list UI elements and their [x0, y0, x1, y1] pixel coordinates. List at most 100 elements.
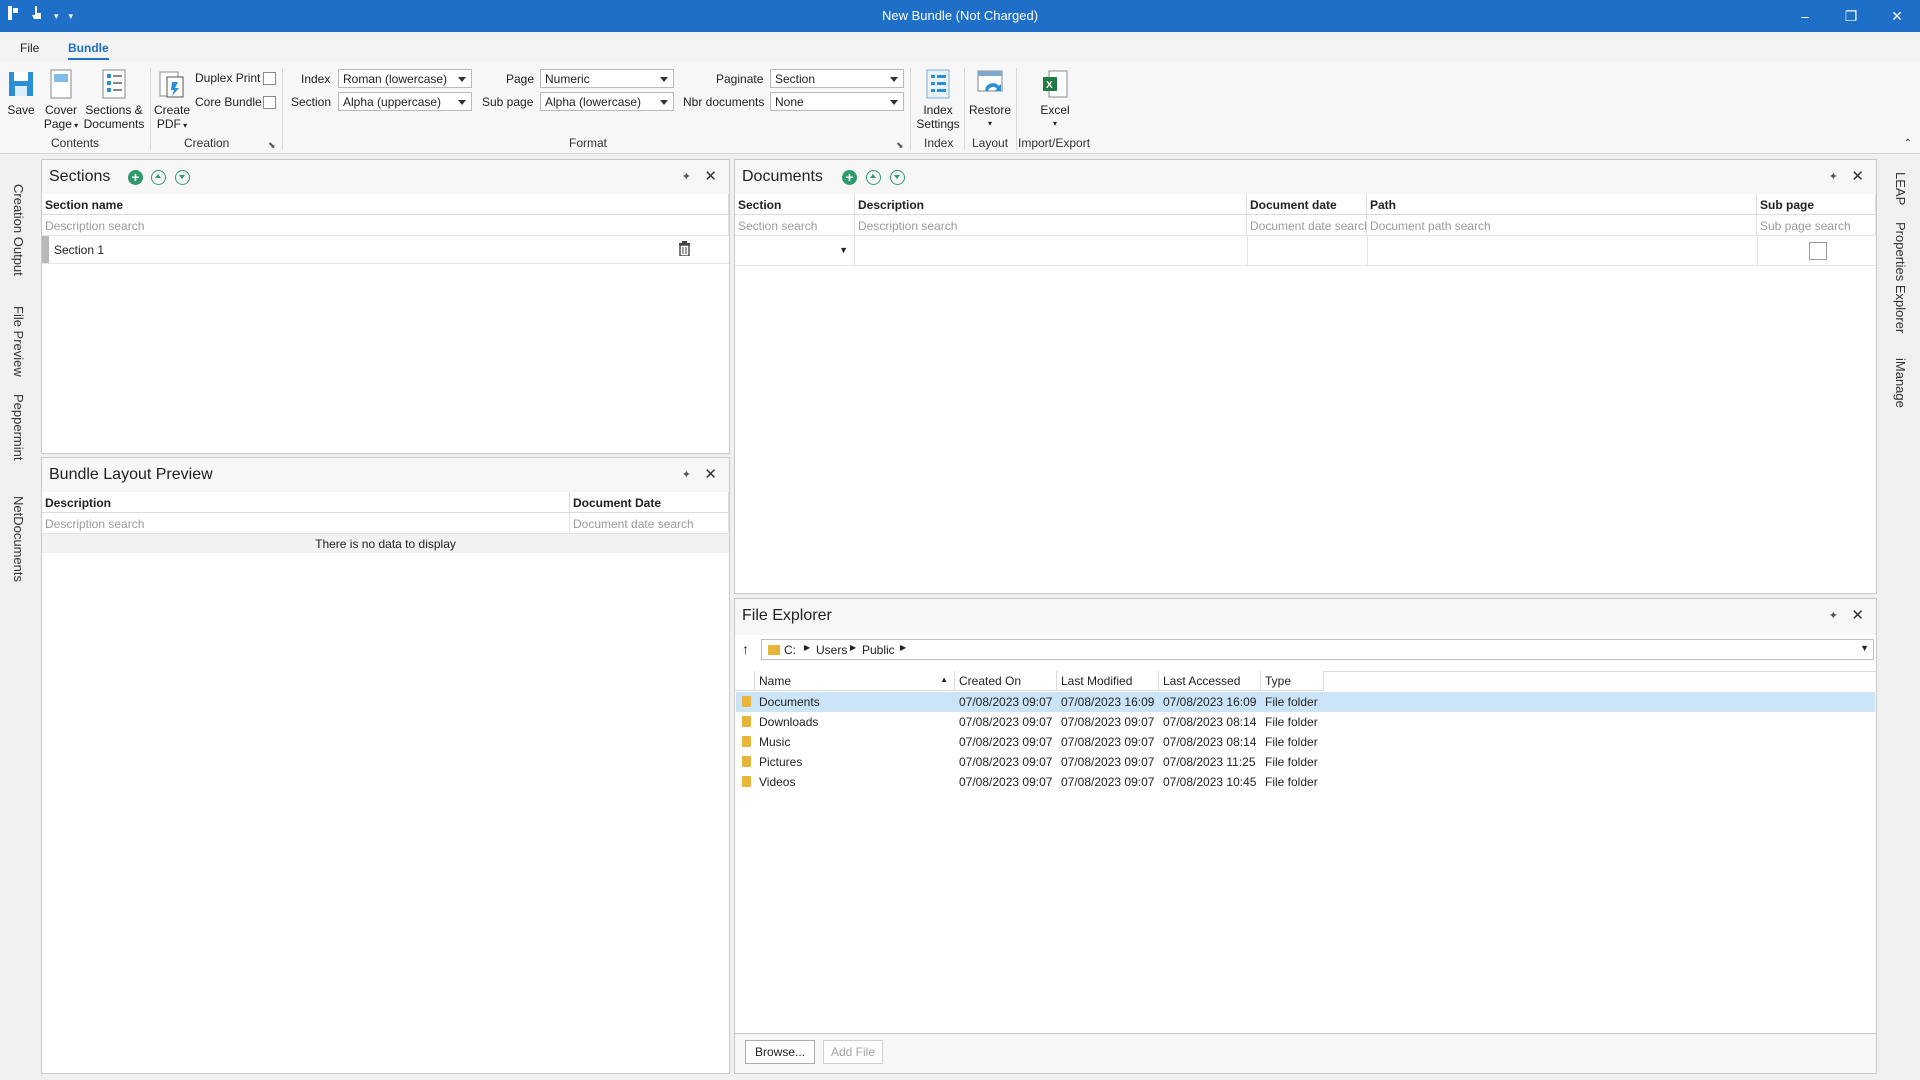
document-path-search[interactable]: Document path search	[1367, 215, 1757, 236]
column-description[interactable]: Description	[855, 194, 1247, 215]
up-folder-icon[interactable]: ↑	[742, 641, 749, 657]
file-row[interactable]: Videos 07/08/2023 09:07 07/08/2023 09:07…	[736, 772, 1875, 792]
collapse-ribbon-icon[interactable]: ⌃	[1904, 138, 1912, 149]
side-tab-leap[interactable]: LEAP	[1893, 172, 1908, 205]
cover-page-button[interactable]: Cover Page ▾	[42, 68, 80, 133]
ribbon-separator	[282, 68, 283, 150]
column-created-on[interactable]: Created On	[955, 671, 1057, 691]
tab-file[interactable]: File	[20, 41, 39, 55]
sub-page-search[interactable]: Sub page search	[1757, 215, 1876, 236]
side-tab-imanage[interactable]: iManage	[1893, 358, 1908, 408]
move-document-down-icon[interactable]	[890, 170, 905, 185]
sub-page-checkbox[interactable]	[1809, 242, 1827, 260]
nbr-documents-select[interactable]: None	[770, 92, 904, 111]
folder-icon	[742, 776, 751, 787]
pin-icon[interactable]: ✦	[1829, 609, 1838, 622]
browse-button[interactable]: Browse...	[745, 1040, 815, 1064]
minimize-button[interactable]: –	[1782, 0, 1828, 32]
file-explorer-panel: File Explorer ✦ ✕ ↑ C: ▶ Users ▶ Public …	[734, 598, 1877, 1034]
tab-bundle[interactable]: Bundle	[68, 41, 109, 60]
file-row[interactable]: Downloads 07/08/2023 09:07 07/08/2023 09…	[736, 712, 1875, 732]
section-dropdown-cell[interactable]: ▼	[735, 236, 855, 265]
file-name: Pictures	[759, 755, 803, 769]
file-row[interactable]: Pictures 07/08/2023 09:07 07/08/2023 09:…	[736, 752, 1875, 772]
creation-dialog-launcher-icon[interactable]: ⬊	[268, 140, 276, 151]
close-panel-icon[interactable]: ✕	[704, 167, 717, 185]
section-format-label: Section	[291, 95, 332, 109]
duplex-print-checkbox[interactable]	[263, 72, 276, 85]
excel-export-button[interactable]: X Excel ▾	[1030, 68, 1080, 131]
file-last-modified: 07/08/2023 09:07	[1061, 755, 1155, 769]
column-section-name[interactable]: Section name	[42, 194, 729, 215]
side-tab-file-preview[interactable]: File Preview	[11, 306, 26, 377]
file-last-modified: 07/08/2023 09:07	[1061, 715, 1155, 729]
close-panel-icon[interactable]: ✕	[1851, 606, 1864, 624]
file-name: Videos	[759, 775, 796, 789]
save-button[interactable]: Save	[6, 68, 36, 117]
breadcrumb-users[interactable]: Users	[816, 643, 847, 657]
format-dialog-launcher-icon[interactable]: ⬊	[896, 140, 904, 151]
cell-divider	[1757, 236, 1758, 265]
column-document-date[interactable]: Document date	[1247, 194, 1367, 215]
pin-icon[interactable]: ✦	[682, 468, 691, 481]
column-last-accessed[interactable]: Last Accessed	[1159, 671, 1261, 691]
add-document-icon[interactable]: +	[842, 170, 857, 185]
core-bundle-checkbox[interactable]	[263, 96, 276, 109]
path-dropdown-icon[interactable]: ▼	[1860, 643, 1869, 653]
layout-description-search[interactable]: Description search	[42, 513, 570, 534]
column-description[interactable]: Description	[42, 492, 570, 513]
section-name-cell[interactable]: Section 1	[54, 243, 104, 257]
side-tab-peppermint[interactable]: Peppermint	[11, 394, 26, 460]
index-settings-button[interactable]: Index Settings	[914, 68, 962, 131]
create-pdf-button[interactable]: Create PDF ▾	[152, 68, 192, 133]
column-section[interactable]: Section	[735, 194, 855, 215]
side-tab-properties-explorer[interactable]: Properties Explorer	[1893, 222, 1908, 333]
delete-section-icon[interactable]	[678, 241, 691, 259]
paginate-select[interactable]: Section	[770, 69, 904, 88]
column-last-modified[interactable]: Last Modified	[1057, 671, 1159, 691]
restore-layout-button[interactable]: Restore ▾	[966, 68, 1014, 131]
column-sub-page[interactable]: Sub page	[1757, 194, 1876, 215]
column-name[interactable]: Name ▲	[755, 671, 955, 691]
page-format-label: Page	[506, 72, 535, 86]
move-section-down-icon[interactable]	[175, 170, 190, 185]
section-format-select[interactable]: Alpha (uppercase)	[338, 92, 472, 111]
document-description-search[interactable]: Description search	[855, 215, 1247, 236]
table-row[interactable]: Section 1	[42, 236, 729, 264]
column-type[interactable]: Type	[1261, 671, 1324, 691]
side-tab-creation-output[interactable]: Creation Output	[11, 184, 26, 276]
file-row[interactable]: Documents 07/08/2023 09:07 07/08/2023 16…	[736, 692, 1875, 712]
restore-button[interactable]: ❐	[1828, 0, 1874, 32]
breadcrumb-separator-icon: ▶	[850, 643, 857, 652]
add-section-icon[interactable]: +	[128, 170, 143, 185]
subpage-format-select[interactable]: Alpha (lowercase)	[540, 92, 674, 111]
sections-documents-button[interactable]: Sections & Documents	[82, 68, 146, 131]
path-bar[interactable]: C: ▶ Users ▶ Public ▶ ▼	[761, 639, 1874, 660]
page-format-select[interactable]: Numeric	[540, 69, 674, 88]
document-section-search[interactable]: Section search	[735, 215, 855, 236]
section-description-search[interactable]: Description search	[42, 215, 729, 236]
side-tab-netdocuments[interactable]: NetDocuments	[11, 496, 26, 582]
close-panel-icon[interactable]: ✕	[704, 465, 717, 483]
move-section-up-icon[interactable]	[151, 170, 166, 185]
column-document-date[interactable]: Document Date	[570, 492, 729, 513]
sections-documents-label-2: Documents	[83, 117, 145, 131]
document-date-search[interactable]: Document date search	[1247, 215, 1367, 236]
subpage-format-label: Sub page	[482, 95, 534, 109]
breadcrumb-c[interactable]: C:	[784, 643, 796, 657]
new-document-row[interactable]: ▼	[735, 236, 1876, 266]
layout-date-search[interactable]: Document date search	[570, 513, 729, 534]
pin-icon[interactable]: ✦	[682, 170, 691, 183]
breadcrumb-public[interactable]: Public	[862, 643, 895, 657]
column-path[interactable]: Path	[1367, 194, 1757, 215]
index-format-label: Index	[301, 72, 331, 86]
pin-icon[interactable]: ✦	[1829, 170, 1838, 183]
move-document-up-icon[interactable]	[866, 170, 881, 185]
close-panel-icon[interactable]: ✕	[1851, 167, 1864, 185]
file-created-on: 07/08/2023 09:07	[959, 735, 1053, 749]
close-window-button[interactable]: ✕	[1874, 0, 1920, 32]
file-row[interactable]: Music 07/08/2023 09:07 07/08/2023 09:07 …	[736, 732, 1875, 752]
drive-folder-icon	[768, 645, 780, 655]
index-format-select[interactable]: Roman (lowercase)	[338, 69, 472, 88]
add-file-button[interactable]: Add File	[823, 1040, 883, 1064]
